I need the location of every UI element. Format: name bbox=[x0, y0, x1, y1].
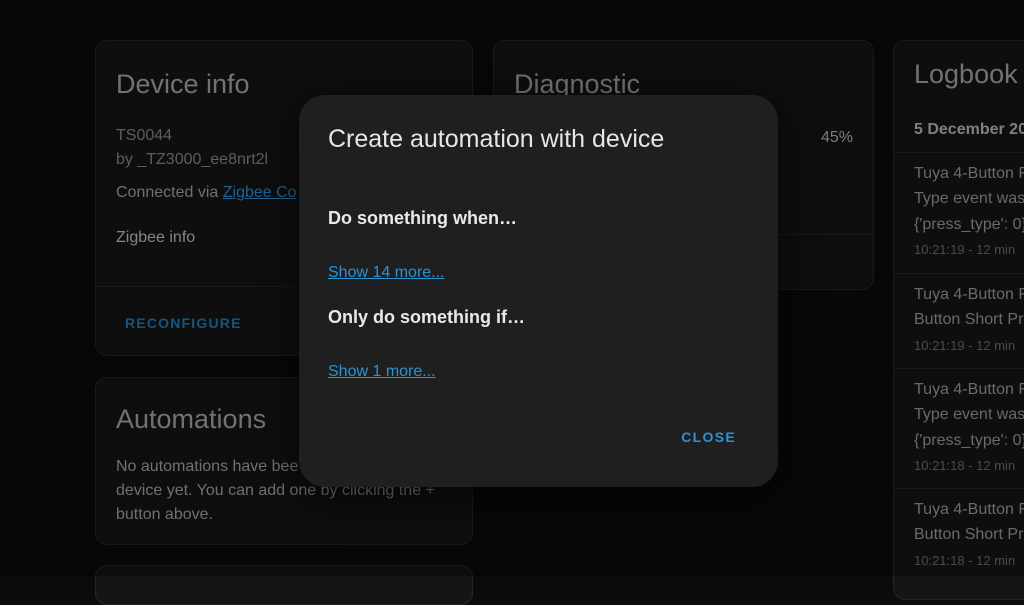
trigger-heading: Do something when… bbox=[328, 208, 517, 228]
dialog-title: Create automation with device bbox=[328, 125, 665, 153]
close-button[interactable]: CLOSE bbox=[681, 429, 736, 445]
show-more-triggers-link[interactable]: Show 14 more... bbox=[328, 264, 445, 282]
show-more-conditions-link[interactable]: Show 1 more... bbox=[328, 363, 436, 381]
condition-heading: Only do something if… bbox=[328, 307, 525, 327]
create-automation-dialog: Create automation with device Do somethi… bbox=[299, 95, 778, 487]
